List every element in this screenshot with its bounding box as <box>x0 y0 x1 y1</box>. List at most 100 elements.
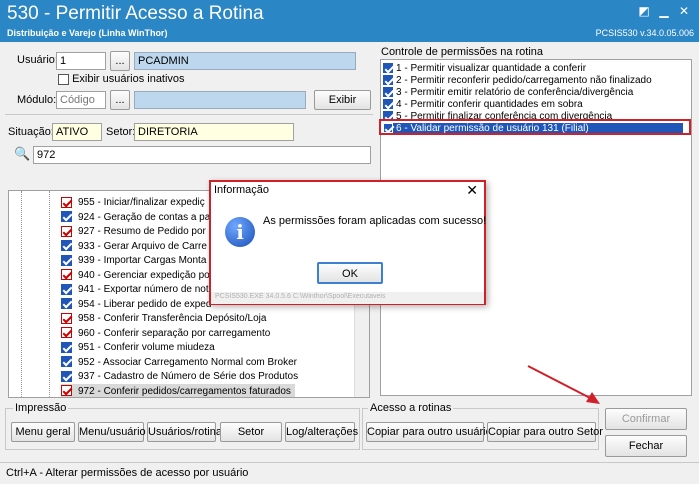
rotina-label: 972 - Conferir pedidos/carregamentos fat… <box>78 385 291 397</box>
rotina-checkbox[interactable] <box>61 327 72 339</box>
menu-geral-button[interactable]: Menu geral <box>11 422 75 442</box>
dialog-close-icon[interactable]: ✕ <box>466 182 478 199</box>
tree-line <box>49 191 50 397</box>
usuario-lookup-button[interactable]: ... <box>110 51 130 71</box>
permission-item[interactable]: 3 - Permitir emitir relatório de conferê… <box>383 87 633 99</box>
setor-label: Setor: <box>106 126 136 138</box>
permission-label: 4 - Permitir conferir quantidades em sob… <box>396 99 583 110</box>
permission-checkbox[interactable] <box>383 63 393 74</box>
modulo-code-field[interactable]: Código <box>56 91 106 109</box>
usuarios-rotina-button[interactable]: Usuários/rotina <box>147 422 222 442</box>
search-input[interactable]: 972 <box>33 146 371 164</box>
pin-icon[interactable]: ◩ <box>637 4 651 18</box>
rotina-label: 941 - Exportar número de not <box>78 284 209 295</box>
info-dialog: Informação ✕ i As permissões foram aplic… <box>209 180 486 305</box>
rotina-item[interactable]: 940 - Gerenciar expedição po <box>61 268 210 283</box>
permission-checkbox[interactable] <box>383 87 393 98</box>
status-bar: Ctrl+A - Alterar permissões de acesso po… <box>0 462 699 484</box>
rotina-checkbox[interactable] <box>61 225 72 237</box>
rotina-checkbox[interactable] <box>61 240 72 252</box>
rotina-label: 960 - Conferir separação por carregament… <box>78 327 271 339</box>
permission-checkbox[interactable] <box>383 99 393 110</box>
search-icon: 🔍 <box>14 146 31 161</box>
rotina-label: 952 - Associar Carregamento Normal com B… <box>78 356 297 368</box>
situacao-field[interactable]: ATIVO <box>52 123 102 141</box>
rotina-checkbox[interactable] <box>61 356 72 368</box>
rotina-checkbox[interactable] <box>61 385 72 397</box>
rotina-label: 939 - Importar Cargas Monta <box>78 255 207 266</box>
log-alteracoes-button[interactable]: Log/alterações <box>285 422 358 442</box>
dialog-footer: PCSIS530.EXE 34.0.5.6 C:\Winthor\Spool\E… <box>211 292 484 304</box>
rotina-item[interactable]: 941 - Exportar número de not <box>61 282 209 297</box>
rotina-item[interactable]: 958 - Conferir Transferência Depósito/Lo… <box>61 311 266 326</box>
rotina-item[interactable]: 955 - Iniciar/finalizar expediç <box>61 195 205 210</box>
rotina-label: 958 - Conferir Transferência Depósito/Lo… <box>78 313 267 324</box>
title-bar: 530 - Permitir Acesso a Rotina Distribui… <box>0 0 699 42</box>
rotina-label: 954 - Liberar pedido de exped <box>78 298 212 310</box>
fechar-button[interactable]: Fechar <box>605 435 687 457</box>
rotina-item[interactable]: 952 - Associar Carregamento Normal com B… <box>61 355 297 370</box>
rotina-label: 940 - Gerenciar expedição po <box>78 269 210 281</box>
inativos-checkbox[interactable] <box>58 73 69 85</box>
rotina-label: 924 - Geração de contas a pa <box>78 211 211 223</box>
rotina-checkbox[interactable] <box>61 312 72 324</box>
rotina-checkbox[interactable] <box>61 269 72 281</box>
info-icon: i <box>225 217 255 247</box>
usuario-label: Usuário: <box>17 54 58 66</box>
rotina-item[interactable]: 951 - Conferir volume miudeza <box>61 340 215 355</box>
ok-button[interactable]: OK <box>317 262 383 284</box>
menu-usuario-button[interactable]: Menu/usuário <box>78 422 146 442</box>
rotina-item[interactable]: 939 - Importar Cargas Monta <box>61 253 206 268</box>
minimize-icon[interactable]: ▁ <box>657 4 671 18</box>
modulo-name-field <box>134 91 306 109</box>
copiar-usuario-button[interactable]: Copiar para outro usuário <box>366 422 492 442</box>
situacao-label: Situação: <box>8 126 54 138</box>
rotina-label: 927 - Resumo de Pedido por F <box>78 226 215 237</box>
exibir-button[interactable]: Exibir <box>314 90 371 110</box>
rotina-label: 951 - Conferir volume miudeza <box>78 342 215 353</box>
rotina-checkbox[interactable] <box>61 298 72 310</box>
permission-item[interactable]: 2 - Permitir reconferir pedido/carregame… <box>383 75 652 87</box>
permission-item[interactable]: 4 - Permitir conferir quantidades em sob… <box>383 99 583 111</box>
modulo-lookup-button[interactable]: ... <box>110 90 130 110</box>
rotina-checkbox[interactable] <box>61 370 72 382</box>
rotina-checkbox[interactable] <box>61 254 72 266</box>
setor-field[interactable]: DIRETORIA <box>134 123 294 141</box>
rotina-item[interactable]: 960 - Conferir separação por carregament… <box>61 326 270 341</box>
impressao-title: Impressão <box>13 402 69 414</box>
controle-title: Controle de permissões na rotina <box>381 46 544 58</box>
rotina-item[interactable]: 937 - Cadastro de Número de Série dos Pr… <box>61 369 298 384</box>
rotina-item[interactable]: 972 - Conferir pedidos/carregamentos fat… <box>61 383 295 397</box>
permission-item[interactable]: 1 - Permitir visualizar quantidade a con… <box>383 63 586 75</box>
copiar-setor-button[interactable]: Copiar para outro Setor <box>487 422 603 442</box>
rotina-item[interactable]: 924 - Geração de contas a pa <box>61 210 210 225</box>
rotina-label: 955 - Iniciar/finalizar expediç <box>78 197 205 208</box>
rotina-label: 937 - Cadastro de Número de Série dos Pr… <box>78 371 299 382</box>
rotina-label: 933 - Gerar Arquivo de Carre <box>78 240 207 252</box>
dialog-title: Informação <box>211 182 484 200</box>
rotina-item[interactable]: 933 - Gerar Arquivo de Carre <box>61 239 207 254</box>
usuario-code-field[interactable]: 1 <box>56 52 106 70</box>
permission-label: 1 - Permitir visualizar quantidade a con… <box>396 63 587 74</box>
rotina-checkbox[interactable] <box>61 196 72 208</box>
modulo-label: Módulo: <box>17 94 57 106</box>
window-subtitle: Distribuição e Varejo (Linha WinThor) <box>7 28 168 38</box>
rotina-checkbox[interactable] <box>61 283 72 295</box>
dialog-body: i As permissões foram aplicadas com suce… <box>211 200 486 294</box>
permission-label: 2 - Permitir reconferir pedido/carregame… <box>396 75 652 86</box>
inativos-checkbox-row[interactable]: Exibir usuários inativos <box>58 73 185 85</box>
divider <box>5 114 373 115</box>
tree-line <box>21 191 22 397</box>
rotina-checkbox[interactable] <box>61 211 72 223</box>
setor-button[interactable]: Setor <box>220 422 282 442</box>
rotina-checkbox[interactable] <box>61 341 72 353</box>
confirmar-button[interactable]: Confirmar <box>605 408 687 430</box>
rotina-item[interactable]: 927 - Resumo de Pedido por F <box>61 224 215 239</box>
version-label: PCSIS530 v.34.0.05.006 <box>595 28 694 38</box>
highlight-annotation <box>379 119 691 135</box>
rotina-item[interactable]: 954 - Liberar pedido de exped <box>61 297 211 312</box>
permission-checkbox[interactable] <box>383 75 393 86</box>
close-icon[interactable]: ✕ <box>677 4 691 18</box>
acesso-title: Acesso a rotinas <box>368 402 454 414</box>
inativos-label: Exibir usuários inativos <box>72 73 185 85</box>
